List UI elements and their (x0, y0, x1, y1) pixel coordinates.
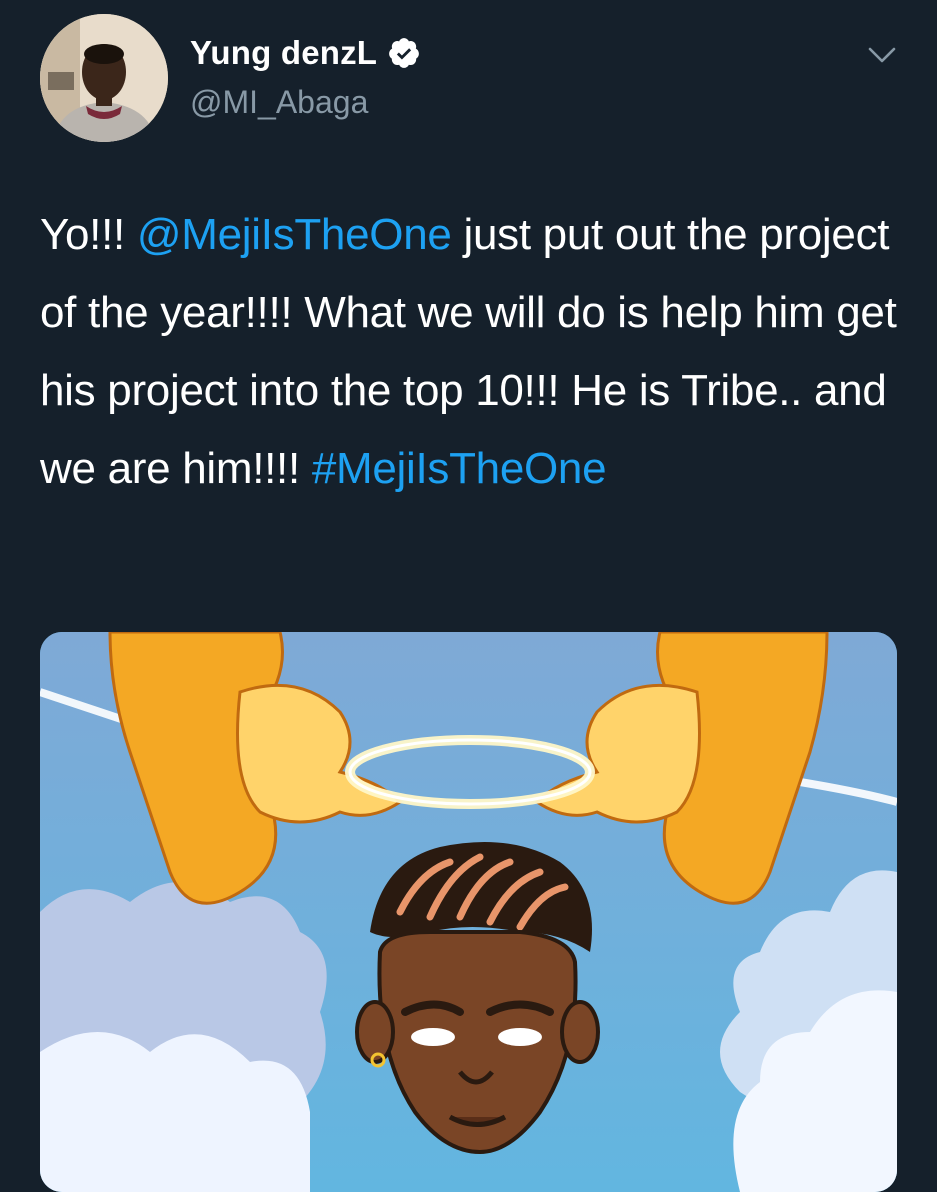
author-handle[interactable]: @MI_Abaga (190, 84, 368, 121)
avatar[interactable] (40, 14, 168, 142)
author-display-name[interactable]: Yung denzL (190, 34, 377, 72)
tweet-menu-button[interactable] (862, 40, 902, 70)
tweet-media[interactable] (40, 632, 897, 1192)
album-art-illustration (40, 632, 897, 1192)
tweet-text: Yo!!! @MejiIsTheOne just put out the pro… (40, 196, 920, 508)
tweet-text-part: Yo!!! (40, 210, 137, 259)
verified-badge-icon (389, 38, 420, 68)
chevron-down-icon (868, 47, 896, 63)
profile-photo (40, 14, 168, 142)
mention-link[interactable]: @MejiIsTheOne (137, 210, 452, 259)
author-name-row: Yung denzL (190, 34, 421, 72)
hashtag-link[interactable]: #MejiIsTheOne (312, 444, 607, 493)
